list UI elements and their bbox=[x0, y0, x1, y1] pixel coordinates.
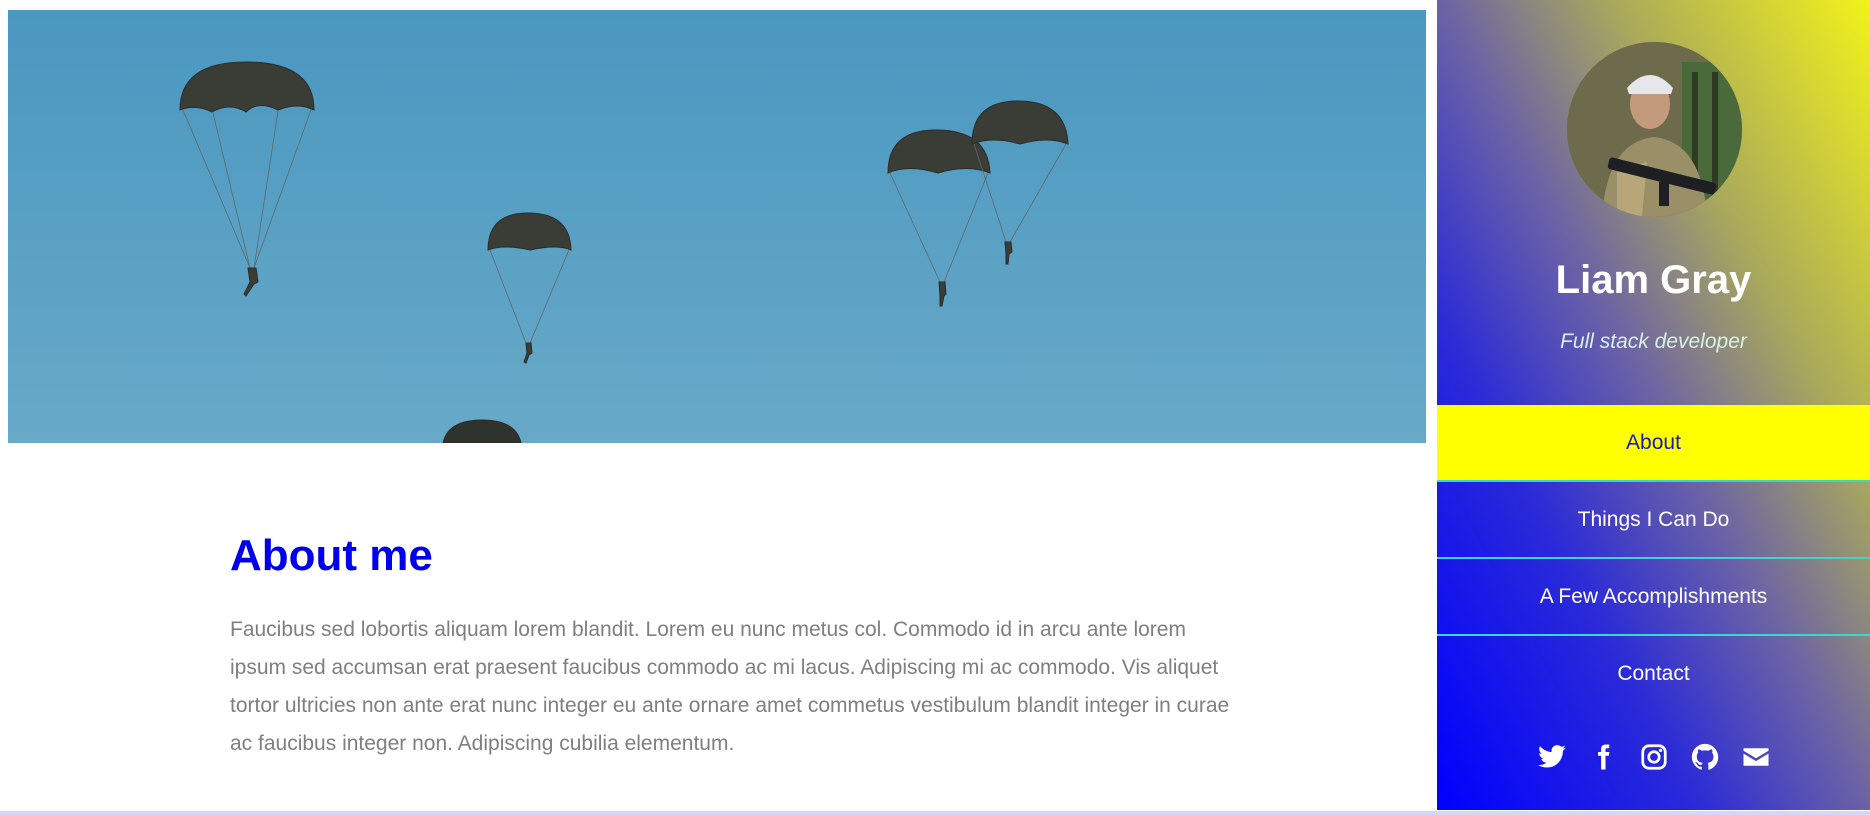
envelope-icon[interactable] bbox=[1741, 742, 1771, 772]
nav-item-contact[interactable]: Contact bbox=[1437, 636, 1870, 711]
profile-name: Liam Gray bbox=[1555, 258, 1752, 302]
profile-role: Full stack developer bbox=[1560, 330, 1747, 353]
github-icon[interactable] bbox=[1690, 742, 1720, 772]
nav-item-accomplishments[interactable]: A Few Accomplishments bbox=[1437, 559, 1870, 636]
hero-banner-image bbox=[8, 10, 1426, 443]
about-paragraph: Faucibus sed lobortis aliquam lorem blan… bbox=[230, 617, 1230, 755]
nav-item-about[interactable]: About bbox=[1437, 405, 1870, 482]
social-links bbox=[1437, 742, 1870, 772]
facebook-icon[interactable] bbox=[1588, 742, 1618, 772]
instagram-icon[interactable] bbox=[1639, 742, 1669, 772]
avatar bbox=[1567, 42, 1742, 217]
about-heading: About me bbox=[230, 531, 433, 580]
sidebar-nav: About Things I Can Do A Few Accomplishme… bbox=[1437, 405, 1870, 711]
sidebar: Liam Gray Full stack developer About Thi… bbox=[1437, 0, 1870, 810]
page-bottom-border bbox=[0, 811, 1870, 815]
twitter-icon[interactable] bbox=[1537, 742, 1567, 772]
nav-item-things-i-can-do[interactable]: Things I Can Do bbox=[1437, 482, 1870, 559]
about-section: About me Faucibus sed lobortis aliquam l… bbox=[230, 530, 1230, 763]
